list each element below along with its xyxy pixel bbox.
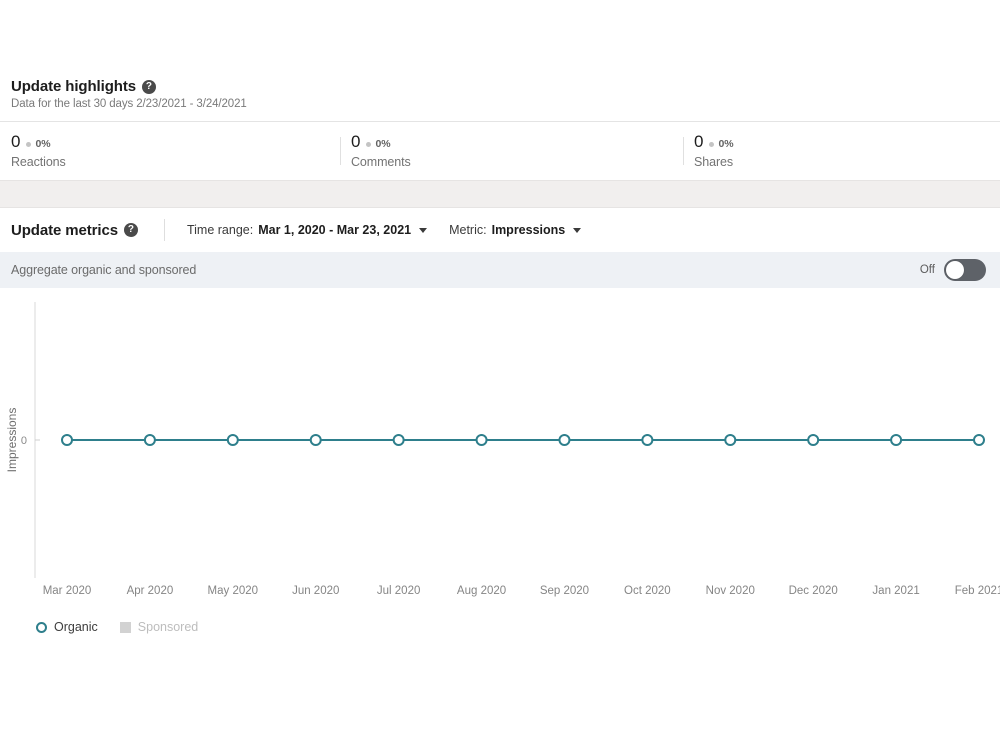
stat-value: 0 [694, 131, 704, 151]
help-circle-icon[interactable]: ? [123, 223, 138, 237]
aggregate-toggle-bar: Aggregate organic and sponsored Off [0, 252, 1000, 288]
top-spacer [0, 0, 1000, 78]
stat-delta-wrap: 0% [26, 138, 51, 151]
legend-label: Sponsored [137, 620, 199, 634]
delta-dot-icon [26, 141, 32, 147]
delta-dot-icon [709, 141, 715, 147]
help-circle-icon[interactable]: ? [141, 79, 156, 94]
metric-label: Metric: [449, 223, 487, 237]
metric-value: Impressions [491, 223, 566, 237]
stat-reactions: 0 0% Reactions [0, 133, 340, 170]
section-separator-band [0, 180, 1000, 208]
aggregate-control: Off [920, 259, 986, 281]
stat-comments: 0 0% Comments [340, 133, 683, 170]
aggregate-toggle-switch[interactable] [944, 259, 986, 281]
highlights-stats-row: 0 0% Reactions 0 0% Comments 0 0% Shares [0, 122, 1000, 180]
stat-top: 0 0% [694, 133, 1000, 151]
stat-value: 0 [351, 131, 361, 151]
metric-dropdown[interactable]: Metric: Impressions [449, 223, 582, 237]
chevron-down-icon[interactable] [573, 227, 582, 233]
svg-text:0: 0 [21, 435, 27, 447]
legend-label: Organic [54, 620, 98, 634]
organic-marker-icon [36, 621, 47, 633]
stat-delta: 0% [375, 138, 391, 151]
aggregate-label: Aggregate organic and sponsored [11, 263, 197, 277]
stat-top: 0 0% [351, 133, 683, 151]
metrics-title-row: Update metrics ? [11, 222, 138, 239]
stat-delta-wrap: 0% [366, 138, 391, 151]
svg-text:Oct 2020: Oct 2020 [624, 585, 671, 597]
time-range-label: Time range: [186, 223, 254, 237]
svg-text:Jun 2020: Jun 2020 [292, 585, 339, 597]
svg-text:Dec 2020: Dec 2020 [789, 585, 838, 597]
time-range-dropdown[interactable]: Time range: Mar 1, 2020 - Mar 23, 2021 [186, 223, 428, 237]
update-metrics-toolbar: Update metrics ? Time range: Mar 1, 2020… [0, 208, 1000, 252]
stat-value: 0 [11, 131, 21, 151]
toolbar-divider [163, 219, 165, 241]
svg-text:Sep 2020: Sep 2020 [540, 585, 589, 597]
legend-item-organic[interactable]: Organic [36, 620, 98, 634]
svg-text:Feb 2021: Feb 2021 [955, 585, 1000, 597]
chart-legend: Organic Sponsored [0, 620, 1000, 634]
highlights-title-row: Update highlights ? [11, 78, 1000, 95]
update-highlights-header: Update highlights ? Data for the last 30… [0, 78, 1000, 110]
svg-text:Aug 2020: Aug 2020 [457, 585, 506, 597]
stat-delta: 0% [35, 138, 51, 151]
time-range-value: Mar 1, 2020 - Mar 23, 2021 [258, 223, 412, 237]
metrics-title: Update metrics [11, 221, 118, 239]
svg-text:Jul 2020: Jul 2020 [377, 585, 420, 597]
delta-dot-icon [366, 141, 372, 147]
sponsored-marker-icon [119, 621, 131, 633]
stat-delta-wrap: 0% [709, 138, 734, 151]
chart-canvas: Impressions 0 Mar 2020 Apr 2020 May 2020 Jun … [5, 302, 1000, 597]
svg-text:Nov 2020: Nov 2020 [706, 585, 755, 597]
stat-label: Comments [351, 155, 411, 170]
stat-delta: 0% [718, 138, 734, 151]
impressions-chart: Impressions 0 Mar 2020 Apr 2020 May 2020 Jun … [0, 288, 1000, 618]
stat-label: Reactions [11, 155, 66, 170]
toggle-knob [946, 261, 964, 279]
page-title: Update highlights [11, 78, 136, 95]
svg-text:Impressions: Impressions [5, 408, 19, 473]
svg-text:Jan 2021: Jan 2021 [872, 585, 919, 597]
svg-text:May 2020: May 2020 [208, 585, 259, 597]
chevron-down-icon[interactable] [419, 227, 428, 233]
highlights-date-range: Data for the last 30 days 2/23/2021 - 3/… [11, 98, 247, 110]
stat-top: 0 0% [11, 133, 340, 151]
svg-text:Apr 2020: Apr 2020 [127, 585, 174, 597]
stat-label: Shares [694, 155, 734, 170]
toggle-state-label: Off [919, 264, 935, 276]
legend-item-sponsored[interactable]: Sponsored [119, 620, 199, 634]
svg-text:Mar 2020: Mar 2020 [43, 585, 92, 597]
stat-shares: 0 0% Shares [683, 133, 1000, 170]
